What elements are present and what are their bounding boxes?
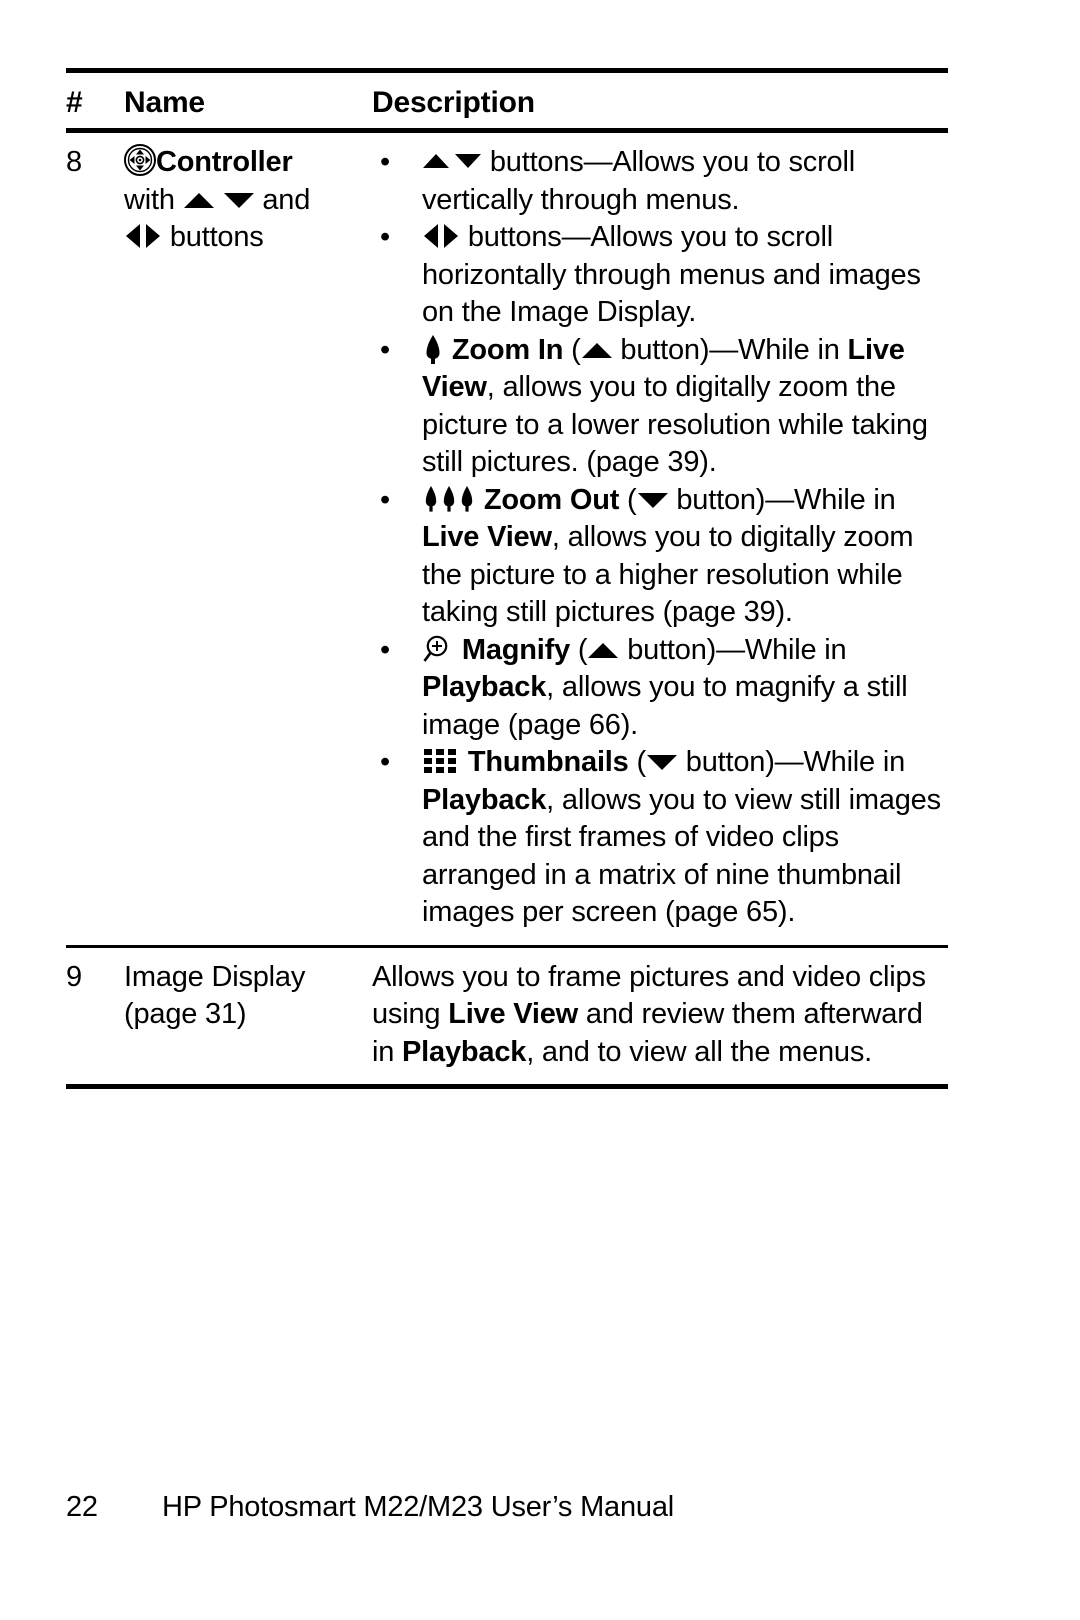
- paren-open: (: [619, 483, 637, 516]
- footer-page-number: 22: [66, 1491, 98, 1523]
- bullet-label-zoom-in: Zoom In: [451, 333, 564, 366]
- row-name-line2-suffix: and: [254, 183, 311, 216]
- bullet-mode-live-view: Live View: [422, 521, 552, 553]
- bullet-label-thumbnails: Thumbnails: [467, 746, 629, 778]
- up-down-arrows-icon: [422, 150, 482, 172]
- row-number-8: 8: [66, 146, 82, 178]
- paren-close: button)—While in: [677, 746, 906, 778]
- paren-close: button)—While in: [612, 333, 848, 366]
- desc-mode-live-view: Live View: [448, 998, 579, 1030]
- paren-close: button)—While in: [668, 483, 896, 516]
- paren-open: (: [628, 746, 646, 778]
- left-right-arrows-icon: [124, 222, 162, 250]
- manual-page: # Name Description 8 Controller with and…: [0, 0, 1080, 1620]
- three-trees-icon: [422, 484, 476, 514]
- desc-part-3: , and to view all the menus.: [526, 1035, 873, 1068]
- bullet-mode-playback: Playback: [422, 671, 547, 703]
- row-name-page-ref: (page 31): [124, 998, 247, 1030]
- down-arrow-icon: [223, 192, 255, 209]
- bullet-mode-playback: Playback: [422, 783, 547, 816]
- controller-bullet-list: buttons—Allows you to scroll vertically …: [372, 144, 948, 932]
- bullet-text-updown: buttons—Allows you to scroll vertically …: [422, 146, 855, 216]
- row-name-controller: Controller with and buttons: [124, 144, 372, 257]
- table-row: 9 Image Display (page 31) Allows you to …: [66, 948, 948, 1085]
- list-item: Zoom Out ( button)—While in Live View, a…: [372, 482, 948, 632]
- thumbnails-grid-icon: [422, 745, 460, 775]
- row-name-line3-suffix: buttons: [162, 221, 264, 253]
- up-arrow-icon: [587, 642, 619, 659]
- up-arrow-icon: [183, 192, 215, 209]
- row-name-image-display: Image Display (page 31): [124, 959, 372, 1034]
- controller-icon: [124, 144, 156, 176]
- up-arrow-icon: [581, 342, 613, 359]
- row-number-9: 9: [66, 960, 82, 993]
- bullet-label-zoom-out: Zoom Out: [483, 483, 620, 516]
- left-right-arrows-icon: [422, 222, 460, 250]
- specifications-table: # Name Description 8 Controller with and…: [66, 68, 948, 1089]
- bullet-text-leftright: buttons—Allows you to scroll horizontall…: [422, 221, 921, 328]
- row-name-line2-prefix: with: [124, 183, 183, 216]
- bullet-label-magnify: Magnify: [461, 633, 571, 666]
- single-tree-icon: [422, 334, 444, 364]
- table-row: 8 Controller with and buttons • buttons—…: [66, 133, 948, 945]
- paren-close: button)—While in: [619, 633, 847, 666]
- magnify-icon: [422, 634, 454, 664]
- row-name-title: Controller: [156, 146, 293, 178]
- list-item: Zoom In ( button)—While in Live View, al…: [372, 332, 948, 482]
- down-arrow-icon: [646, 754, 678, 771]
- bullet-text-zoom-in: , allows you to digitally zoom the pictu…: [422, 371, 928, 478]
- table-bottom-border: [66, 1084, 948, 1089]
- table-header-row: # Name Description: [66, 73, 948, 128]
- row-description-controller: buttons—Allows you to scroll vertically …: [372, 144, 948, 932]
- footer-manual-title: HP Photosmart M22/M23 User’s Manual: [162, 1491, 674, 1523]
- list-item: Magnify ( button)—While in Playback, all…: [372, 632, 948, 745]
- row-name-title-plain: Image Display: [124, 960, 306, 993]
- header-cell-description: Description: [372, 86, 535, 119]
- header-cell-number: #: [66, 86, 83, 119]
- list-item: Thumbnails ( button)—While in Playback, …: [372, 744, 948, 932]
- paren-open: (: [563, 333, 581, 366]
- header-cell-name: Name: [124, 86, 205, 119]
- paren-open: (: [570, 633, 588, 666]
- list-item: buttons—Allows you to scroll vertically …: [372, 144, 948, 219]
- page-footer: 22 HP Photosmart M22/M23 User’s Manual: [66, 1488, 966, 1526]
- down-arrow-icon: [637, 492, 669, 509]
- row-description-image-display: Allows you to frame pictures and video c…: [372, 959, 948, 1072]
- desc-mode-playback: Playback: [402, 1035, 527, 1068]
- description-paragraph: Allows you to frame pictures and video c…: [372, 959, 948, 1072]
- list-item: buttons—Allows you to scroll horizontall…: [372, 219, 948, 332]
